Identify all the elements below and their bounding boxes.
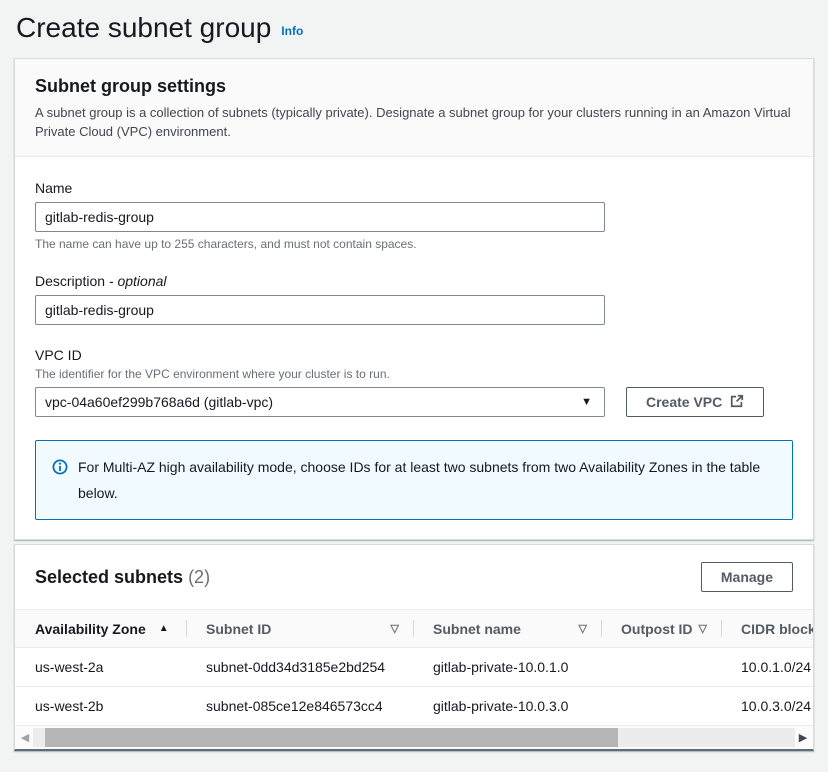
external-link-icon bbox=[730, 394, 744, 411]
selected-subnets-header: Selected subnets(2) Manage bbox=[15, 545, 813, 609]
column-header-availability-zone[interactable]: Availability Zone ▲ bbox=[15, 610, 186, 647]
manage-button[interactable]: Manage bbox=[701, 562, 793, 592]
name-input[interactable] bbox=[35, 202, 605, 232]
column-header-subnet-name[interactable]: Subnet name ▽ bbox=[413, 610, 601, 647]
chevron-down-icon: ▼ bbox=[581, 396, 592, 408]
cell-subnet-id: subnet-085ce12e846573cc4 bbox=[186, 687, 413, 725]
page-header: Create subnet group Info bbox=[0, 0, 828, 58]
description-input[interactable] bbox=[35, 295, 605, 325]
vpc-id-help-text: The identifier for the VPC environment w… bbox=[35, 367, 793, 381]
description-label: Description - optional bbox=[35, 273, 793, 289]
create-vpc-button[interactable]: Create VPC bbox=[626, 387, 764, 417]
cell-availability-zone: us-west-2a bbox=[15, 648, 186, 686]
selected-subnets-card: Selected subnets(2) Manage Availability … bbox=[14, 544, 814, 751]
vpc-id-select[interactable]: vpc-04a60ef299b768a6d (gitlab-vpc) ▼ bbox=[35, 387, 605, 417]
settings-form: Name The name can have up to 255 charact… bbox=[15, 157, 813, 539]
settings-card-title: Subnet group settings bbox=[35, 76, 793, 97]
sortable-icon: ▽ bbox=[391, 622, 399, 635]
multi-az-info-alert: For Multi-AZ high availability mode, cho… bbox=[35, 440, 793, 520]
settings-card-header: Subnet group settings A subnet group is … bbox=[15, 59, 813, 157]
selected-subnets-title: Selected subnets(2) bbox=[35, 567, 210, 588]
vpc-field-group: VPC ID The identifier for the VPC enviro… bbox=[35, 347, 793, 417]
subnet-count-badge: (2) bbox=[188, 567, 210, 587]
table-row[interactable]: us-west-2b subnet-085ce12e846573cc4 gitl… bbox=[15, 687, 813, 726]
info-circle-icon bbox=[52, 459, 68, 478]
cell-cidr-block: 10.0.1.0/24 bbox=[721, 648, 813, 686]
cell-outpost-id bbox=[601, 687, 721, 725]
vpc-row: vpc-04a60ef299b768a6d (gitlab-vpc) ▼ Cre… bbox=[35, 387, 793, 417]
horizontal-scrollbar[interactable]: ◀ ▶ bbox=[15, 726, 813, 749]
subnets-table: Availability Zone ▲ Subnet ID ▽ Subnet n… bbox=[15, 609, 813, 726]
name-help-text: The name can have up to 255 characters, … bbox=[35, 237, 793, 251]
table-header-row: Availability Zone ▲ Subnet ID ▽ Subnet n… bbox=[15, 609, 813, 648]
cell-subnet-id: subnet-0dd34d3185e2bd254 bbox=[186, 648, 413, 686]
column-header-subnet-id[interactable]: Subnet ID ▽ bbox=[186, 610, 413, 647]
alert-message: For Multi-AZ high availability mode, cho… bbox=[78, 454, 776, 506]
vpc-id-label: VPC ID bbox=[35, 347, 793, 363]
cell-availability-zone: us-west-2b bbox=[15, 687, 186, 725]
sortable-icon: ▽ bbox=[699, 622, 707, 635]
cell-outpost-id bbox=[601, 648, 721, 686]
settings-card-description: A subnet group is a collection of subnet… bbox=[35, 103, 793, 141]
name-label: Name bbox=[35, 180, 793, 196]
cell-subnet-name: gitlab-private-10.0.1.0 bbox=[413, 648, 601, 686]
scrollbar-track[interactable] bbox=[33, 728, 795, 747]
table-row[interactable]: us-west-2a subnet-0dd34d3185e2bd254 gitl… bbox=[15, 648, 813, 687]
sort-ascending-icon: ▲ bbox=[159, 623, 169, 634]
name-field-group: Name The name can have up to 255 charact… bbox=[35, 180, 793, 251]
description-field-group: Description - optional bbox=[35, 273, 793, 325]
info-link[interactable]: Info bbox=[281, 24, 303, 38]
scrollbar-thumb[interactable] bbox=[45, 728, 618, 747]
page-title: Create subnet group bbox=[16, 12, 271, 44]
subnet-group-settings-card: Subnet group settings A subnet group is … bbox=[14, 58, 814, 540]
scroll-left-arrow-icon[interactable]: ◀ bbox=[18, 726, 32, 749]
cell-cidr-block: 10.0.3.0/24 bbox=[721, 687, 813, 725]
column-header-cidr-block[interactable]: CIDR block bbox=[721, 610, 813, 647]
vpc-id-selected-value: vpc-04a60ef299b768a6d (gitlab-vpc) bbox=[45, 394, 273, 410]
cell-subnet-name: gitlab-private-10.0.3.0 bbox=[413, 687, 601, 725]
column-header-outpost-id[interactable]: Outpost ID ▽ bbox=[601, 610, 721, 647]
scroll-right-arrow-icon[interactable]: ▶ bbox=[796, 726, 810, 749]
optional-suffix: - optional bbox=[109, 273, 167, 289]
sortable-icon: ▽ bbox=[579, 622, 587, 635]
